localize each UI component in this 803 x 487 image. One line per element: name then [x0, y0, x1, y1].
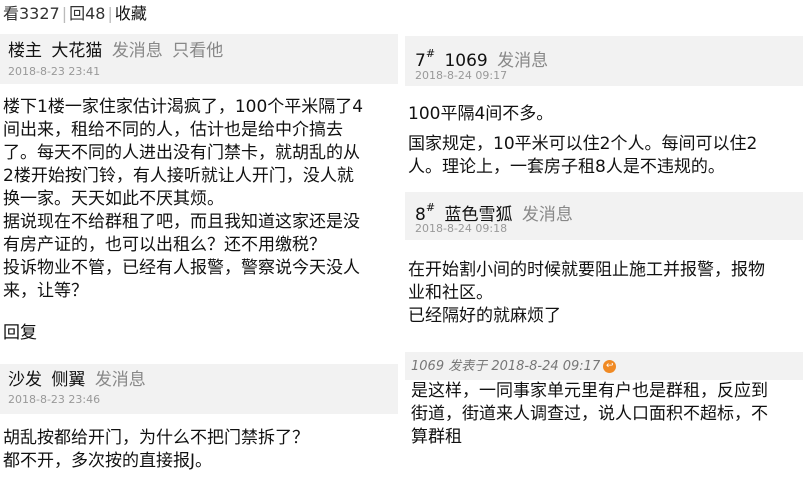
favorite-button[interactable]: 收藏	[115, 4, 147, 23]
send-message-link[interactable]: 发消息	[112, 41, 163, 61]
post-date: 2018-8-23 23:46	[8, 393, 101, 406]
post-header-7: 7# 1069 发消息 2018-8-24 09:17	[405, 36, 803, 86]
only-view-author-link[interactable]: 只看他	[172, 41, 223, 61]
post-body-9: 是这样，一同事家单元里有户也是群租，反应到 街道，街道来人调查过，说人口面积不超…	[411, 381, 768, 447]
post-body-7a: 100平隔4间不多。	[408, 104, 554, 124]
username[interactable]: 侧翼	[51, 370, 85, 390]
post-date: 2018-8-23 23:41	[8, 65, 101, 78]
view-count: 看3327	[3, 4, 60, 23]
left-thread-panel: 看3327 | 回48 | 收藏 楼主 大花猫 发消息 只看他 2018-8-23 23…	[0, 0, 398, 487]
post-body-sofa: 胡乱按都给开门，为什么不把门禁拆了？ 都不开，多次按的直接报J。	[3, 428, 309, 471]
floor-label: 7#	[415, 47, 436, 71]
post-date: 2018-8-24 09:17	[415, 69, 508, 82]
username[interactable]: 大花猫	[51, 41, 102, 61]
panel-divider	[398, 0, 405, 487]
post-header-8: 8# 蓝色雪狐 发消息 2018-8-24 09:18	[405, 192, 803, 240]
post-header-sofa: 沙发 侧翼 发消息 2018-8-23 23:46	[0, 364, 398, 414]
reply-count: 回48	[69, 4, 106, 23]
quote-header: 1069 发表于 2018-8-24 09:17 ↩	[405, 352, 803, 380]
floor-label: 沙发	[8, 370, 42, 390]
post-body-op: 楼下1楼一家住家估计渴疯了，100个平米隔了4 间出来，租给不同的人，估计也是给…	[3, 97, 364, 301]
post-body-8: 在开始割小间的时候就要阻止施工并报警，报物 业和社区。 已经隔好的就麻烦了	[408, 260, 765, 326]
post-body-7b: 国家规定，10平米可以住2个人。每间可以住2 人。理论上，一套房子租8人是不违规…	[408, 134, 758, 177]
quote-reply-icon[interactable]: ↩	[603, 360, 617, 373]
right-thread-panel: 7# 1069 发消息 2018-8-24 09:17 100平隔4间不多。 国…	[405, 0, 803, 487]
quote-meta-text: 1069 发表于 2018-8-24 09:17	[411, 359, 601, 374]
post-header-op: 楼主 大花猫 发消息 只看他 2018-8-23 23:41	[0, 34, 398, 84]
post-date: 2018-8-24 09:18	[415, 222, 508, 235]
username[interactable]: 1069	[444, 51, 487, 71]
floor-label: 楼主	[8, 41, 42, 61]
send-message-link[interactable]: 发消息	[95, 370, 146, 390]
send-message-link[interactable]: 发消息	[522, 205, 573, 225]
thread-stats: 看3327 | 回48 | 收藏	[3, 4, 147, 23]
send-message-link[interactable]: 发消息	[497, 51, 548, 71]
reply-button[interactable]: 回复	[3, 322, 37, 344]
